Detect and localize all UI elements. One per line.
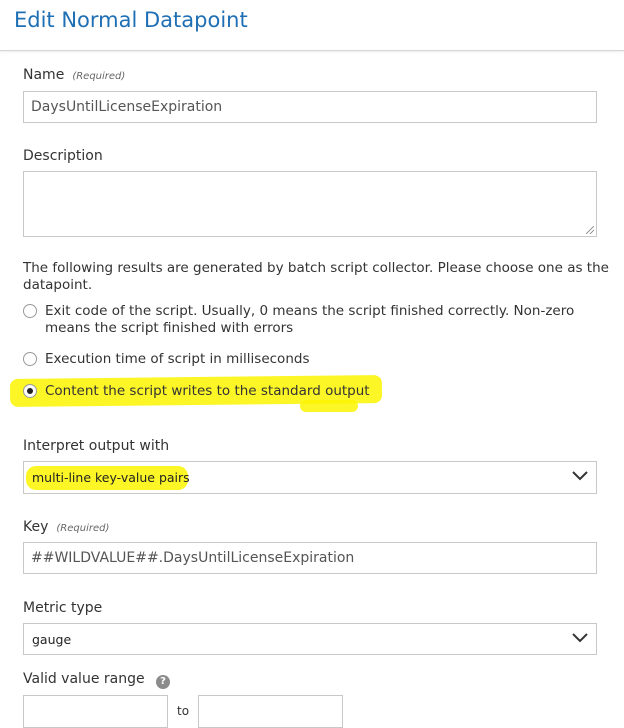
range-to-label: to — [177, 704, 190, 718]
results-intro: The following results are generated by b… — [23, 260, 609, 293]
description-label: Description — [23, 148, 103, 164]
metric-type-label: Metric type — [23, 600, 103, 616]
name-required-note: (Required) — [72, 71, 126, 82]
highlight-mark-tail — [300, 400, 358, 412]
name-label-text: Name — [23, 67, 65, 83]
chevron-down-icon — [572, 633, 588, 643]
interpret-select-value: multi-line key-value pairs — [32, 470, 190, 485]
name-input[interactable]: DaysUntilLicenseExpiration — [23, 91, 597, 123]
metric-type-select-value: gauge — [32, 631, 72, 647]
key-required-note: (Required) — [56, 523, 110, 534]
radio-label-execution-time: Execution time of script in milliseconds — [45, 351, 310, 367]
valid-range-label: Valid value range — [23, 671, 145, 687]
range-max-input[interactable] — [198, 695, 343, 728]
description-textarea[interactable] — [23, 171, 597, 237]
name-label: Name (Required) — [23, 67, 125, 83]
interpret-label: Interpret output with — [23, 438, 170, 454]
radio-option-execution-time[interactable]: Execution time of script in milliseconds — [23, 351, 583, 369]
radio-button-standard-output[interactable] — [23, 384, 37, 398]
key-input[interactable]: ##WILDVALUE##.DaysUntilLicenseExpiration — [23, 542, 597, 574]
dialog-title: Edit Normal Datapoint — [14, 8, 248, 32]
chevron-down-icon — [572, 471, 588, 481]
dialog-header: Edit Normal Datapoint — [0, 0, 624, 51]
range-min-input[interactable] — [23, 695, 168, 728]
resize-grip-icon[interactable] — [586, 226, 594, 234]
interpret-select[interactable]: multi-line key-value pairs — [23, 461, 597, 494]
help-icon[interactable]: ? — [156, 675, 170, 689]
key-label: Key (Required) — [23, 519, 109, 535]
radio-option-standard-output[interactable]: Content the script writes to the standar… — [23, 383, 583, 401]
key-label-text: Key — [23, 519, 49, 535]
radio-label-exit-code: Exit code of the script. Usually, 0 mean… — [45, 303, 575, 336]
metric-type-select[interactable]: gauge — [23, 623, 597, 655]
interpret-select-value-wrap: multi-line key-value pairs — [26, 466, 190, 490]
radio-button-exit-code[interactable] — [23, 304, 37, 318]
radio-label-standard-output: Content the script writes to the standar… — [45, 383, 370, 399]
radio-button-execution-time[interactable] — [23, 352, 37, 366]
